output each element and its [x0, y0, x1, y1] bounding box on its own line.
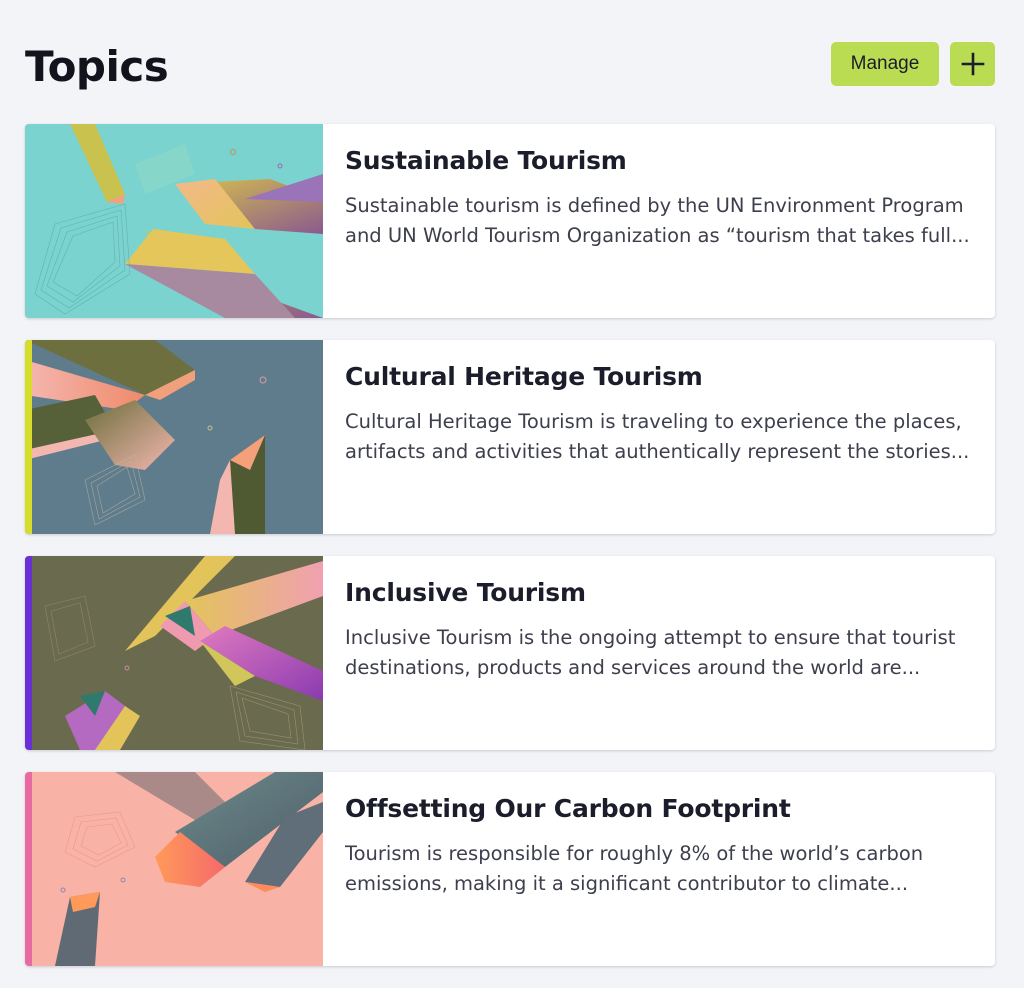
topic-card-offsetting-carbon-footprint[interactable]: Offsetting Our Carbon Footprint Tourism …	[25, 772, 995, 966]
manage-button[interactable]: Manage	[831, 42, 939, 86]
topic-accent-bar	[25, 340, 32, 534]
topic-image	[25, 340, 323, 534]
topic-description: Inclusive Tourism is the ongoing attempt…	[345, 626, 956, 679]
topic-accent-bar	[25, 556, 32, 750]
topic-list: Sustainable Tourism Sustainable tourism …	[25, 124, 995, 988]
topic-description: Sustainable tourism is defined by the UN…	[345, 194, 970, 247]
topic-title: Offsetting Our Carbon Footprint	[345, 794, 791, 823]
topic-accent-bar	[25, 124, 32, 318]
topic-card-cultural-heritage-tourism[interactable]: Cultural Heritage Tourism Cultural Herit…	[25, 340, 995, 534]
page-title: Topics	[25, 42, 169, 91]
topic-title: Sustainable Tourism	[345, 146, 627, 175]
topic-image	[25, 124, 323, 318]
add-topic-button[interactable]	[950, 42, 995, 86]
topic-image	[25, 556, 323, 750]
topic-description: Tourism is responsible for roughly 8% of…	[345, 842, 924, 895]
plus-icon	[961, 52, 984, 76]
topic-card-sustainable-tourism[interactable]: Sustainable Tourism Sustainable tourism …	[25, 124, 995, 318]
topic-card-inclusive-tourism[interactable]: Inclusive Tourism Inclusive Tourism is t…	[25, 556, 995, 750]
topic-description: Cultural Heritage Tourism is traveling t…	[345, 410, 970, 463]
page-header: Topics Manage	[25, 40, 995, 96]
topic-title: Inclusive Tourism	[345, 578, 586, 607]
topic-accent-bar	[25, 772, 32, 966]
topic-image	[25, 772, 323, 966]
topic-title: Cultural Heritage Tourism	[345, 362, 703, 391]
